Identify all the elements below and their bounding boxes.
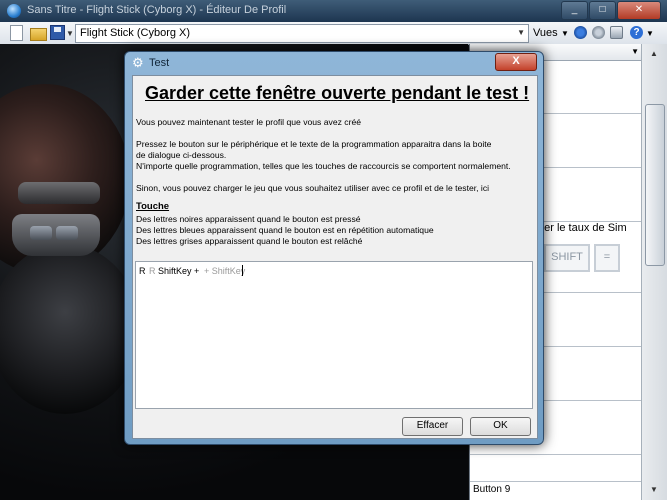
ok-button[interactable]: OK bbox=[470, 417, 531, 436]
help-dropdown-arrow[interactable]: ▼ bbox=[646, 29, 654, 38]
window-controls: _ □ ✕ bbox=[560, 1, 661, 20]
dialog-close-button[interactable]: X bbox=[495, 53, 537, 71]
views-dropdown-arrow[interactable]: ▼ bbox=[561, 29, 569, 38]
instruction-text: Pressez le bouton sur le périphérique et… bbox=[136, 139, 492, 149]
views-menu[interactable]: Vues bbox=[533, 27, 558, 39]
open-folder-icon[interactable] bbox=[30, 28, 47, 41]
list-item[interactable] bbox=[470, 455, 642, 482]
save-icon[interactable] bbox=[50, 25, 65, 40]
legend-item-pressed: Des lettres noires apparaissent quand le… bbox=[136, 214, 361, 224]
text-caret bbox=[242, 265, 243, 276]
window-title: Sans Titre - Flight Stick (Cyborg X) - É… bbox=[27, 4, 287, 16]
key-equals[interactable]: = bbox=[594, 244, 620, 272]
dialog-body: Garder cette fenêtre ouverte pendant le … bbox=[132, 75, 538, 439]
scroll-up-icon[interactable]: ▲ bbox=[644, 46, 664, 62]
print-icon[interactable] bbox=[610, 26, 623, 39]
output-key-released: + ShiftKey bbox=[204, 266, 246, 276]
button-label: Button 9 bbox=[473, 484, 511, 495]
test-output-area[interactable]: R R ShiftKey + + ShiftKey bbox=[135, 261, 533, 409]
minimize-button[interactable]: _ bbox=[561, 1, 588, 20]
toolbar: ▼ Flight Stick (Cyborg X) ▼ Vues ▼ ? ▼ bbox=[0, 22, 667, 45]
test-dialog: ⚙ Test X Garder cette fenêtre ouverte pe… bbox=[124, 51, 544, 445]
dialog-title-bar: ⚙ Test X bbox=[125, 52, 543, 74]
chevron-down-icon: ▼ bbox=[517, 28, 525, 37]
legend-item-released: Des lettres grises apparaissent quand le… bbox=[136, 236, 363, 246]
save-dropdown-arrow[interactable]: ▼ bbox=[66, 29, 74, 38]
decorative-orb bbox=[0, 244, 140, 414]
macro-description: irer le taux de Sim bbox=[538, 222, 627, 234]
profile-select[interactable]: Flight Stick (Cyborg X) ▼ bbox=[75, 24, 529, 43]
legend-item-repeat: Des lettres bleues apparaissent quand le… bbox=[136, 225, 434, 235]
close-button[interactable]: ✕ bbox=[617, 1, 661, 20]
output-key-pressed: ShiftKey + bbox=[158, 266, 200, 276]
legend-title: Touche bbox=[136, 201, 170, 212]
instruction-text: Vous pouvez maintenant tester le profil … bbox=[136, 117, 362, 127]
scroll-down-icon[interactable]: ▼ bbox=[644, 482, 664, 498]
instruction-text: Sinon, vous pouvez charger le jeu que vo… bbox=[136, 183, 490, 193]
main-title-bar: Sans Titre - Flight Stick (Cyborg X) - É… bbox=[0, 0, 667, 22]
scroll-thumb[interactable] bbox=[645, 104, 665, 266]
chevron-down-icon: ▼ bbox=[631, 47, 639, 56]
output-key-pressed: R bbox=[139, 266, 146, 276]
help-icon[interactable]: ? bbox=[630, 26, 643, 39]
clear-button[interactable]: Effacer bbox=[402, 417, 463, 436]
gear-icon[interactable] bbox=[592, 26, 605, 39]
app-icon bbox=[7, 4, 21, 18]
dialog-title: Test bbox=[149, 57, 170, 69]
instruction-text: de dialogue ci-dessous. bbox=[136, 150, 227, 160]
instruction-text: N'importe quelle programmation, telles q… bbox=[136, 161, 511, 171]
output-key-released: R bbox=[149, 266, 156, 276]
profile-select-value: Flight Stick (Cyborg X) bbox=[80, 27, 191, 39]
dialog-heading: Garder cette fenêtre ouverte pendant le … bbox=[145, 83, 530, 103]
maximize-button[interactable]: □ bbox=[589, 1, 616, 20]
new-file-icon[interactable] bbox=[10, 25, 23, 41]
vertical-scrollbar[interactable]: ▲ ▼ bbox=[641, 44, 667, 500]
gear-icon: ⚙ bbox=[132, 55, 144, 70]
key-shift[interactable]: SHIFT bbox=[544, 244, 590, 272]
globe-icon[interactable] bbox=[574, 26, 587, 39]
joystick-image bbox=[12, 174, 100, 264]
